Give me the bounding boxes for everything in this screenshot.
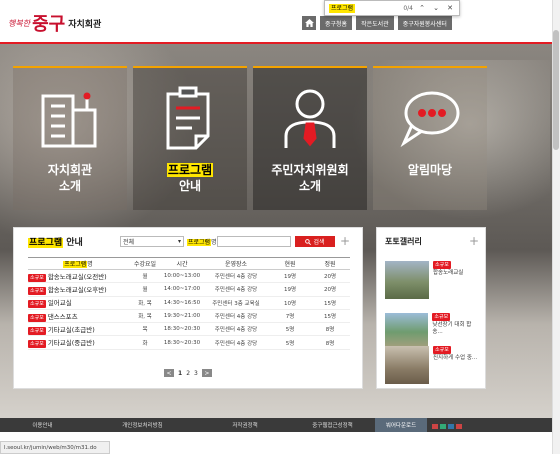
scrollbar[interactable] (552, 0, 560, 454)
find-next-icon[interactable]: ⌄ (431, 4, 441, 12)
program-panel: 프로그램 안내 전체 ▾ 프로그램명 검색 + 프로그램명 수강요일 시간 운영장… (13, 227, 363, 389)
gallery-thumbnail (385, 346, 429, 384)
find-close-icon[interactable]: ✕ (445, 4, 455, 12)
chevron-down-icon: ▾ (177, 238, 181, 245)
tile-committee-label: 주민자치위원회 소개 (271, 163, 349, 193)
person-icon (275, 84, 345, 154)
document-icon (155, 84, 225, 154)
footer-copyright-link[interactable]: 저작권정책 (200, 418, 290, 432)
logo-sub: 자치회관 (68, 19, 102, 30)
status-badge: 소규모 (28, 300, 46, 309)
photo-gallery-panel: 포토갤러리 + 소규모 합송노래교실 소규모 낮선장기 대회 합송... 소규모 진지… (376, 227, 486, 389)
logo-slogan: 행복한 (8, 18, 31, 28)
speech-bubble-icon (395, 84, 465, 154)
logo-main: 중구 (32, 14, 66, 35)
pagination: < 1 2 3 > (164, 369, 212, 377)
tile-about-label: 자치회관 소개 (47, 163, 93, 193)
nav-volunteer-button[interactable]: 중구자원봉사센터 (397, 16, 452, 30)
site-logo[interactable]: 행복한 중구 자치회관 (8, 10, 101, 36)
status-badge: 소규모 (433, 346, 451, 354)
program-search-input[interactable] (217, 236, 291, 247)
col-time: 시간 (162, 257, 202, 270)
tile-committee[interactable]: 주민자치위원회 소개 (253, 66, 367, 210)
table-row[interactable]: 소규모 일어교실 화, 목 14:30~16:50 주민센터 3층 교육실 10명 15명 (28, 296, 350, 310)
tile-about[interactable]: 자치회관 소개 (13, 66, 127, 210)
tile-notice[interactable]: 알림마당 (373, 66, 487, 210)
home-icon[interactable] (302, 16, 316, 30)
status-badge: 소규모 (432, 313, 451, 321)
col-name: 프로그램명 (28, 257, 128, 270)
gallery-more-plus-icon[interactable]: + (469, 235, 479, 247)
top-header: 행복한 중구 자치회관 중구청홈 작은도서관 중구자원봉사센터 (0, 0, 552, 42)
status-badge: 소규모 (28, 273, 46, 282)
top-nav: 중구청홈 작은도서관 중구자원봉사센터 (302, 16, 452, 30)
col-cap: 정원 (310, 257, 350, 270)
table-row[interactable]: 소규모 기타교실(초급반) 목 18:30~20:30 주민센터 4층 강당 5명 8명 (28, 322, 350, 337)
page-3[interactable]: 3 (194, 370, 198, 377)
gallery-item[interactable]: 소규모 합송노래교실 (385, 261, 481, 299)
page-next-button[interactable]: > (201, 369, 212, 377)
gallery-title: 포토갤러리 (385, 237, 422, 246)
find-match-count: 0/4 (403, 4, 413, 12)
footer-nav: 이용안내 개인정보처리방침 저작권정책 중구웹접근성정책 붜어다운로드 (0, 418, 552, 432)
page-prev-button[interactable]: < (164, 369, 174, 377)
browser-status-url: l.seoul.kr/jumin/web/m30/m31.do (0, 441, 110, 454)
page-1[interactable]: 1 (178, 370, 182, 377)
col-day: 수강요일 (128, 257, 162, 270)
footer-accessibility-link[interactable]: 중구웹접근성정책 (290, 418, 375, 432)
tile-program-label: 프로그램 안내 (166, 163, 214, 193)
tile-notice-label: 알림마당 (407, 163, 453, 177)
find-in-page-bar: 프로그램 0/4 ⌃ ⌄ ✕ (324, 0, 460, 16)
certification-marks (432, 424, 462, 429)
program-table: 프로그램명 수강요일 시간 운영장소 현원 정원 소규모 합송노래교실(오전반) … (28, 257, 350, 350)
find-input[interactable]: 프로그램 (329, 3, 356, 13)
col-place: 운영장소 (202, 257, 270, 270)
col-now: 현원 (270, 257, 310, 270)
program-panel-title: 프로그램 안내 (28, 238, 83, 248)
page-2[interactable]: 2 (186, 370, 190, 377)
table-row[interactable]: 소규모 합송노래교실(오전반) 월 10:00~13:00 주민센터 4층 강당 19명… (28, 269, 350, 284)
building-icon (35, 84, 105, 154)
search-button[interactable]: 검색 (295, 236, 335, 247)
scrollbar-thumb[interactable] (553, 30, 559, 150)
footer-viewer-download-link[interactable]: 붜어다운로드 (375, 418, 427, 432)
table-row[interactable]: 소규모 기타교실(중급반) 화 18:30~20:30 주민센터 4층 강당 5명 8명 (28, 335, 350, 350)
program-name-label: 프로그램명 (187, 239, 217, 246)
more-plus-icon[interactable]: + (340, 235, 350, 247)
search-icon (305, 238, 312, 245)
gallery-thumbnail (385, 261, 429, 299)
status-badge: 소규모 (433, 261, 451, 269)
gallery-item[interactable]: 소규모 진지하게 수업 중... (385, 346, 481, 384)
footer-privacy-link[interactable]: 개인정보처리방침 (85, 418, 200, 432)
nav-junggu-home-button[interactable]: 중구청홈 (320, 16, 353, 30)
status-badge: 소규모 (28, 286, 46, 295)
footer-usage-link[interactable]: 이용안내 (0, 418, 85, 432)
table-row[interactable]: 소규모 합송노래교실(오후반) 월 14:00~17:00 주민센터 4층 강당 19명… (28, 282, 350, 297)
table-row[interactable]: 소규모 댄스스포츠 화, 목 19:30~21:00 주민센터 4층 강당 7명 15명 (28, 309, 350, 324)
tile-program[interactable]: 프로그램 안내 (133, 66, 247, 210)
status-badge: 소규모 (28, 326, 46, 335)
find-prev-icon[interactable]: ⌃ (417, 4, 427, 12)
status-badge: 소규모 (28, 313, 46, 322)
program-category-select[interactable]: 전체 ▾ (120, 236, 184, 247)
status-badge: 소규모 (28, 340, 46, 349)
nav-library-button[interactable]: 작은도서관 (356, 16, 394, 30)
